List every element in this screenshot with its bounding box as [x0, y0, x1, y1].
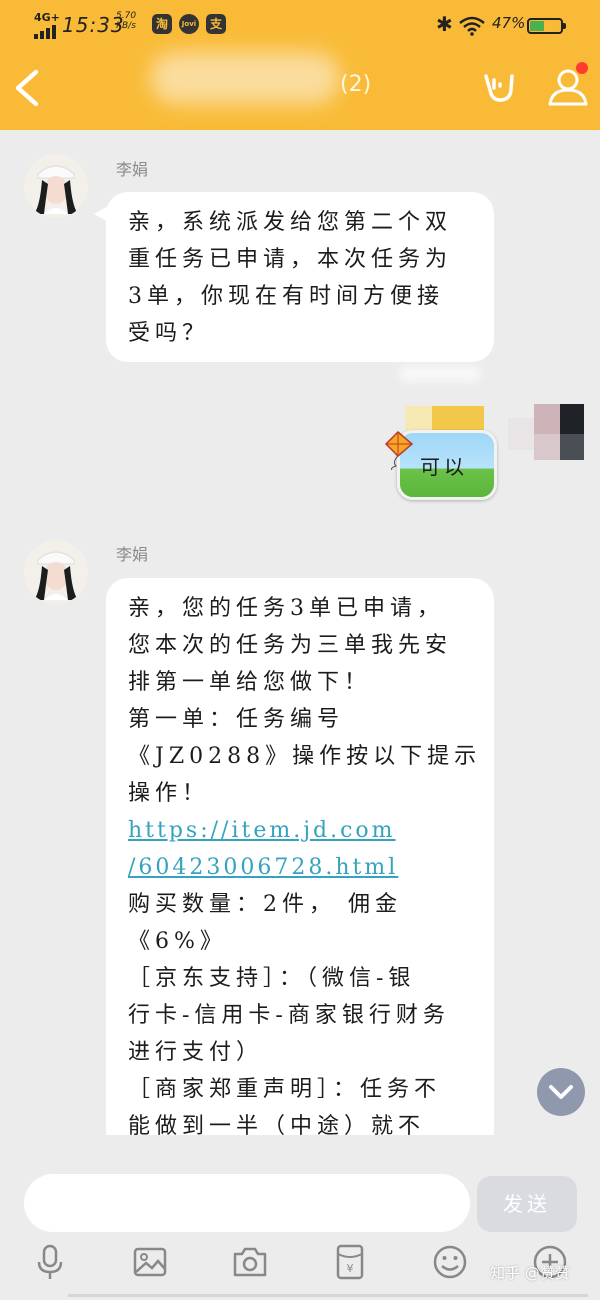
message-line: 进行支付）: [128, 1040, 264, 1065]
top-bar: 4G+ 15:33 5.70 KB/s 淘 Jovi 支 ✱ 47% (2): [0, 0, 600, 130]
group-profile-icon[interactable]: [544, 62, 592, 110]
product-link[interactable]: /60423006728.html: [128, 849, 476, 886]
watermark: 知乎 @赞赞: [490, 1264, 570, 1282]
blurred-area: [400, 366, 480, 382]
message-line: 3单，你现在有时间方便接: [128, 284, 444, 309]
speed-unit: KB/s: [116, 21, 136, 31]
kite-icon: [384, 430, 414, 470]
bluetooth-icon: ✱: [436, 12, 453, 36]
message-line: 《6%》: [128, 929, 227, 954]
message-line: 亲，系统派发给您第二个双: [128, 210, 453, 235]
send-button[interactable]: 发送: [477, 1176, 577, 1232]
svg-text:¥: ¥: [347, 1262, 354, 1275]
message-text: 可以: [420, 455, 468, 479]
message-line: 能做到一半（中途）就不: [128, 1114, 426, 1135]
chat-title-count: (2): [340, 72, 372, 97]
avatar[interactable]: [24, 154, 88, 218]
bottom-divider: [68, 1294, 588, 1297]
message-line: 第一单：任务编号: [128, 707, 345, 732]
battery-fill: [530, 21, 544, 31]
taobao-icon: 淘: [152, 14, 172, 34]
avatar[interactable]: [508, 404, 586, 464]
message-input[interactable]: [24, 1174, 470, 1232]
sender-name: 李娟: [116, 545, 149, 564]
status-bar: 4G+ 15:33 5.70 KB/s 淘 Jovi 支 ✱ 47%: [0, 8, 600, 40]
message-line: 购买数量：2件， 佣金: [128, 892, 402, 917]
message-line: 您本次的任务为三单我先安: [128, 633, 453, 658]
network-type: 4G+: [34, 11, 60, 24]
image-icon[interactable]: [130, 1242, 170, 1282]
signal-bars-icon: [34, 25, 58, 39]
jovi-icon: Jovi: [179, 14, 199, 34]
message-line: 操作！: [128, 781, 210, 806]
notification-dot: [576, 62, 588, 74]
back-arrow-icon[interactable]: [8, 68, 48, 108]
message-line: 亲，您的任务3单已申请，: [128, 596, 444, 621]
message-line: 《JZ0288》操作按以下提示: [128, 744, 482, 769]
message-line: ［京东支持］：（微信-银: [128, 966, 416, 991]
chat-title-blurred: [150, 52, 340, 104]
battery-percent: 47%: [492, 14, 526, 32]
blurred-name: [432, 406, 484, 432]
avatar[interactable]: [24, 540, 88, 604]
wifi-icon: [459, 16, 485, 36]
message-line: 受吗？: [128, 321, 210, 346]
battery-icon: [527, 18, 566, 34]
chevron-down-icon: [549, 1085, 573, 1099]
camera-icon[interactable]: [230, 1242, 270, 1282]
message-line: 行卡-信用卡-商家银行财务: [128, 1003, 450, 1028]
message-bubble[interactable]: 亲，您的任务3单已申请， 您本次的任务为三单我先安 排第一单给您做下！ 第一单：…: [106, 578, 494, 1135]
red-packet-icon[interactable]: ¥: [330, 1242, 370, 1282]
signal-indicator: 4G+: [34, 11, 60, 39]
network-speed: 5.70 KB/s: [116, 11, 136, 31]
call-gesture-icon[interactable]: [478, 66, 518, 106]
alipay-icon: 支: [206, 14, 226, 34]
microphone-icon[interactable]: [30, 1242, 70, 1282]
message-bubble[interactable]: 亲，系统派发给您第二个双 重任务已申请，本次任务为 3单，你现在有时间方便接 受…: [94, 192, 494, 362]
message-line: 重任务已申请，本次任务为: [128, 247, 453, 272]
speed-value: 5.70: [116, 11, 137, 21]
product-link[interactable]: https://item.jd.com: [128, 812, 476, 849]
blurred-name: [405, 406, 435, 432]
message-line: ［商家郑重声明］：任务不: [128, 1077, 442, 1102]
emoji-icon[interactable]: [430, 1242, 470, 1282]
message-line: 排第一单给您做下！: [128, 670, 372, 695]
scroll-to-bottom-button[interactable]: [537, 1068, 585, 1116]
sender-name: 李娟: [116, 160, 149, 179]
